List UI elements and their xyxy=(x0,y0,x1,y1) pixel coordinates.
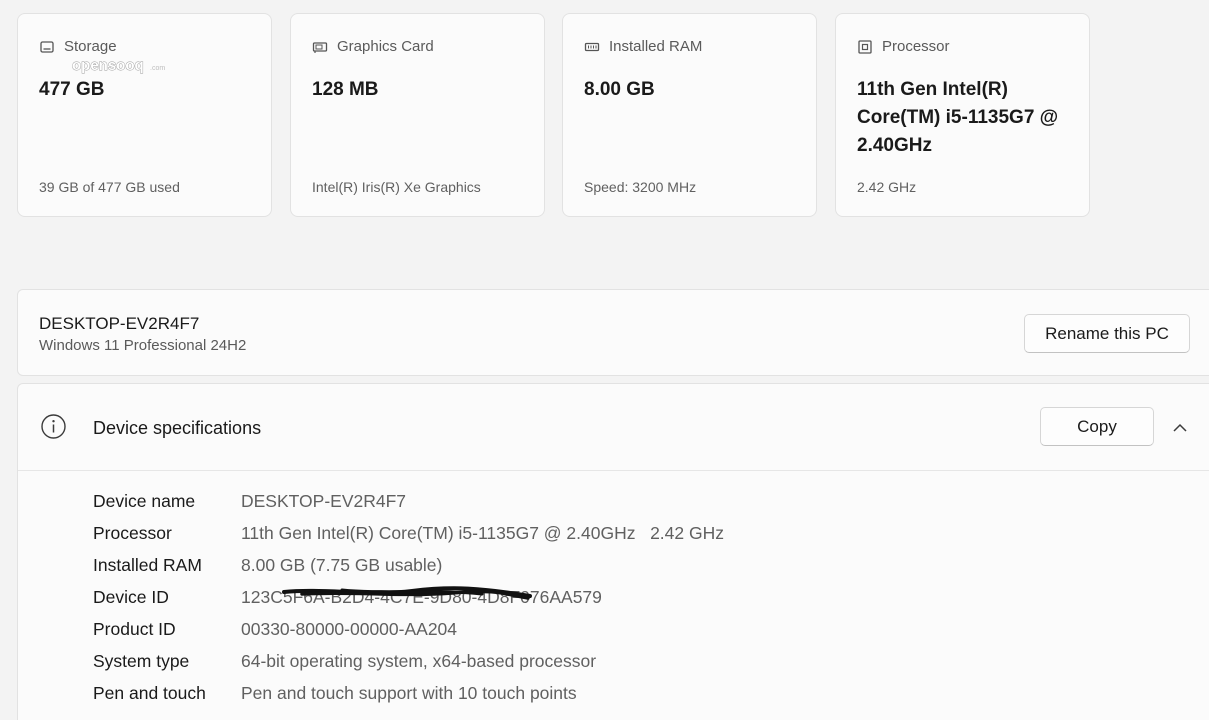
pc-name: DESKTOP-EV2R4F7 xyxy=(39,314,200,333)
graphics-card-icon xyxy=(312,41,328,53)
installed-ram-title: Installed RAM xyxy=(609,38,703,55)
opensooq-watermark-logo: السوق المفتوح opensooq .com xyxy=(72,22,174,74)
spec-label: Device ID xyxy=(93,586,169,607)
spec-row-system-type: System type 64-bit operating system, x64-… xyxy=(93,645,724,677)
spec-value: DESKTOP-EV2R4F7 xyxy=(241,490,407,511)
device-specifications-panel: Device specifications Copy Device name DE… xyxy=(17,383,1209,720)
svg-text:السوق المفتوح: السوق المفتوح xyxy=(173,23,174,53)
device-specifications-header[interactable]: Device specifications Copy xyxy=(18,384,1209,471)
storage-card-subtitle: 39 GB of 477 GB used xyxy=(39,179,180,195)
svg-text:opensooq: opensooq xyxy=(72,57,144,74)
device-specifications-title: Device specifications xyxy=(93,418,262,438)
graphics-card-subtitle: Intel(R) Iris(R) Xe Graphics xyxy=(312,179,481,195)
spec-value: 11th Gen Intel(R) Core(TM) i5-1135G7 @ 2… xyxy=(241,522,724,543)
os-edition: Windows 11 Professional 24H2 xyxy=(39,337,247,354)
processor-subtitle: 2.42 GHz xyxy=(857,179,917,195)
installed-ram-card: Installed RAM 8.00 GB Speed: 3200 MHz xyxy=(562,13,817,217)
spec-row-product-id: Product ID 00330-80000-00000-AA204 xyxy=(93,613,724,645)
spec-label: Pen and touch xyxy=(93,682,206,703)
spec-value: 00330-80000-00000-AA204 xyxy=(241,618,458,639)
spec-value: Pen and touch support with 10 touch poin… xyxy=(241,682,577,703)
spec-label: Processor xyxy=(93,522,172,543)
spec-label: Product ID xyxy=(93,618,176,639)
graphics-card-value: 128 MB xyxy=(312,79,379,100)
rename-pc-button[interactable]: Rename this PC xyxy=(1024,314,1190,353)
processor-icon xyxy=(858,39,872,54)
installed-ram-header: Installed RAM xyxy=(584,38,702,55)
spec-row-device-name: Device name DESKTOP-EV2R4F7 xyxy=(93,485,724,517)
spec-value: 8.00 GB (7.75 GB usable) xyxy=(241,554,443,575)
graphics-card-card: Graphics Card 128 MB Intel(R) Iris(R) Xe… xyxy=(290,13,545,217)
redaction-scribble xyxy=(282,586,532,600)
storage-card-value: 477 GB xyxy=(39,79,105,100)
processor-title: Processor xyxy=(882,38,950,55)
processor-header: Processor xyxy=(857,38,950,55)
graphics-card-header: Graphics Card xyxy=(312,38,434,55)
svg-text:.com: .com xyxy=(150,65,165,72)
spec-row-pen-and-touch: Pen and touch Pen and touch support with … xyxy=(93,677,724,709)
spec-row-processor: Processor 11th Gen Intel(R) Core(TM) i5-1… xyxy=(93,517,724,549)
installed-ram-value: 8.00 GB xyxy=(584,79,655,100)
info-icon xyxy=(41,414,66,439)
copy-button[interactable]: Copy xyxy=(1040,407,1154,446)
spec-label: System type xyxy=(93,650,190,671)
spec-row-installed-ram: Installed RAM 8.00 GB (7.75 GB usable) xyxy=(93,549,724,581)
ram-icon xyxy=(584,42,600,51)
spec-value: 64-bit operating system, x64-based proce… xyxy=(241,650,597,671)
pc-name-panel: DESKTOP-EV2R4F7 Windows 11 Professional … xyxy=(17,289,1209,376)
spec-label: Installed RAM xyxy=(93,554,202,575)
chevron-up-icon[interactable] xyxy=(1172,420,1188,436)
processor-card: Processor 11th Gen Intel(R) Core(TM) i5-… xyxy=(835,13,1090,217)
spec-label: Device name xyxy=(93,490,196,511)
graphics-card-title: Graphics Card xyxy=(337,38,434,55)
installed-ram-subtitle: Speed: 3200 MHz xyxy=(584,179,697,195)
processor-value: 11th Gen Intel(R) Core(TM) i5-1135G7 @ 2… xyxy=(857,79,1059,156)
